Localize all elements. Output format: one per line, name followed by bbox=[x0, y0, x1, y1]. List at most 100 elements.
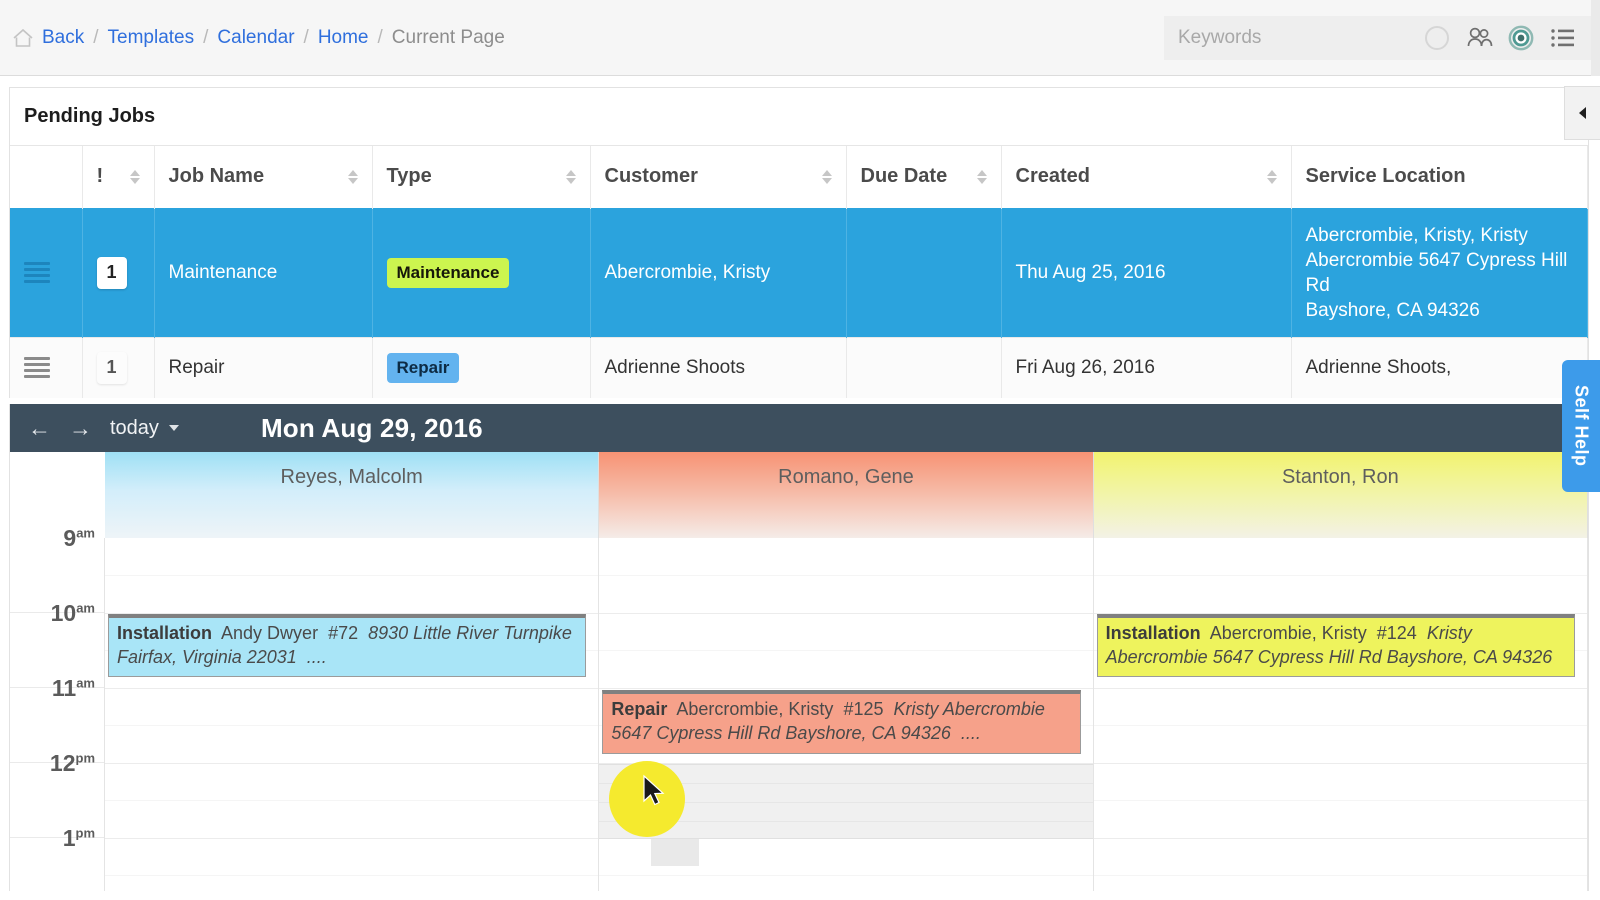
drag-handle-icon[interactable] bbox=[24, 357, 50, 379]
row-service-location: Adrienne Shoots, bbox=[1291, 336, 1588, 398]
self-help-tab[interactable]: Self Help bbox=[1562, 360, 1600, 492]
pending-jobs-table: ! Job Name Type Customer Due Date Create… bbox=[10, 146, 1588, 398]
table-row[interactable]: 1 Maintenance Maintenance Abercrombie, K… bbox=[10, 207, 1588, 338]
breadcrumb-item-current-page: Current Page bbox=[391, 26, 505, 48]
time-axis: 9am 10am 11am 12pm 1pm bbox=[10, 525, 105, 891]
sort-arrows-icon[interactable] bbox=[565, 169, 576, 184]
top-bar: Back / Templates / Calendar / Home / Cur… bbox=[0, 0, 1600, 76]
row-created: Thu Aug 25, 2016 bbox=[1001, 207, 1292, 338]
column-header-job-name[interactable]: Job Name bbox=[154, 146, 373, 208]
event-ellipsis: .... bbox=[1106, 671, 1126, 676]
next-arrow-icon[interactable]: → bbox=[69, 415, 92, 442]
column-label-type: Type bbox=[386, 165, 432, 188]
row-created: Fri Aug 26, 2016 bbox=[1001, 336, 1292, 398]
home-icon bbox=[12, 27, 34, 49]
calendar-event[interactable]: Installation Abercrombie, Kristy #124 Kr… bbox=[1096, 614, 1575, 677]
sort-arrows-icon[interactable] bbox=[129, 169, 140, 184]
calendar-column-stanton[interactable]: Installation Abercrombie, Kristy #124 Kr… bbox=[1093, 538, 1588, 891]
calendar-grid: 9am 10am 11am 12pm 1pm Installation Andy… bbox=[10, 525, 1588, 891]
column-header-type[interactable]: Type bbox=[372, 146, 591, 208]
calendar-date-title: Mon Aug 29, 2016 bbox=[260, 412, 483, 443]
row-job-name[interactable]: Repair bbox=[154, 336, 373, 398]
page-title: Pending Jobs bbox=[10, 88, 1588, 146]
column-label-due-date: Due Date bbox=[860, 165, 948, 188]
resource-column-romano[interactable]: Romano, Gene bbox=[599, 452, 1094, 538]
sort-arrows-icon[interactable] bbox=[976, 169, 987, 184]
table-header-row: ! Job Name Type Customer Due Date Create… bbox=[10, 146, 1588, 208]
column-label-job-name: Job Name bbox=[168, 165, 265, 188]
event-type: Installation bbox=[1105, 623, 1201, 643]
calendar-column-reyes[interactable]: Installation Andy Dwyer #72 8930 Little … bbox=[105, 538, 600, 891]
row-drag-handle-cell[interactable] bbox=[10, 207, 83, 338]
event-type: Repair bbox=[611, 699, 668, 719]
calendar: ← → today Mon Aug 29, 2016 Reyes, Malcol… bbox=[9, 404, 1589, 891]
circle-icon[interactable] bbox=[1423, 24, 1451, 52]
sort-arrows-icon[interactable] bbox=[821, 169, 832, 184]
search-input[interactable] bbox=[1164, 16, 1423, 60]
column-label-customer: Customer bbox=[604, 165, 698, 188]
event-number: #72 bbox=[328, 623, 359, 643]
resource-header-row: Reyes, Malcolm Romano, Gene Stanton, Ron bbox=[105, 452, 1588, 538]
time-label-12pm: 12pm bbox=[49, 750, 95, 776]
column-header-due-date[interactable]: Due Date bbox=[846, 146, 1002, 208]
resource-label: Romano, Gene bbox=[778, 466, 914, 488]
row-due-date bbox=[846, 207, 1002, 338]
collapse-panel-button[interactable] bbox=[1564, 86, 1600, 140]
app-root: Back / Templates / Calendar / Home / Cur… bbox=[0, 0, 1600, 900]
row-priority-cell: 1 bbox=[82, 336, 155, 398]
breadcrumb-separator: / bbox=[377, 26, 383, 48]
column-header-priority[interactable]: ! bbox=[82, 146, 155, 208]
list-icon[interactable] bbox=[1549, 24, 1577, 52]
calendar-columns: Installation Andy Dwyer #72 8930 Little … bbox=[105, 538, 1588, 891]
column-label-service-location: Service Location bbox=[1305, 165, 1466, 188]
event-customer: Abercrombie, Kristy bbox=[676, 699, 834, 719]
breadcrumb: Back / Templates / Calendar / Home / Cur… bbox=[0, 27, 505, 49]
today-button[interactable]: today bbox=[110, 417, 159, 440]
resource-label: Stanton, Ron bbox=[1281, 466, 1399, 488]
resource-column-reyes[interactable]: Reyes, Malcolm bbox=[105, 452, 600, 538]
event-ellipsis: .... bbox=[960, 722, 981, 743]
priority-badge: 1 bbox=[96, 256, 127, 289]
drag-handle-icon[interactable] bbox=[24, 262, 50, 284]
target-icon[interactable] bbox=[1507, 24, 1535, 52]
sort-arrows-icon[interactable] bbox=[1266, 169, 1277, 184]
row-type-cell: Maintenance bbox=[372, 207, 591, 338]
event-address-line2: Bayshore, CA 94326 bbox=[1386, 646, 1553, 667]
column-header-created[interactable]: Created bbox=[1001, 146, 1292, 208]
row-due-date bbox=[846, 336, 1002, 398]
breadcrumb-item-back[interactable]: Back bbox=[42, 27, 84, 49]
column-header-customer[interactable]: Customer bbox=[590, 146, 847, 208]
row-job-name[interactable]: Maintenance bbox=[154, 207, 373, 338]
row-drag-handle-cell[interactable] bbox=[10, 336, 83, 398]
event-address-line1: 8930 Little River Turnpike bbox=[368, 623, 572, 643]
sort-arrows-icon[interactable] bbox=[347, 169, 358, 184]
chevron-down-icon[interactable] bbox=[168, 425, 179, 431]
calendar-column-romano[interactable]: Repair Abercrombie, Kristy #125 Kristy A… bbox=[599, 538, 1094, 891]
calendar-event[interactable]: Installation Andy Dwyer #72 8930 Little … bbox=[108, 614, 587, 677]
breadcrumb-item-calendar[interactable]: Calendar bbox=[217, 27, 294, 49]
search-bar bbox=[1164, 16, 1600, 60]
row-priority-cell: 1 bbox=[82, 207, 155, 338]
column-label-created: Created bbox=[1015, 165, 1090, 188]
row-customer[interactable]: Abercrombie, Kristy bbox=[590, 207, 847, 338]
time-label-10am: 10am bbox=[50, 600, 95, 626]
event-address-line2: Bayshore, CA 94326 bbox=[785, 722, 951, 743]
drag-selection-tail bbox=[651, 839, 700, 866]
prev-arrow-icon[interactable]: ← bbox=[28, 415, 51, 442]
scrollbar-edge[interactable] bbox=[1591, 0, 1600, 76]
people-icon[interactable] bbox=[1465, 24, 1493, 52]
breadcrumb-item-home[interactable]: Home bbox=[318, 27, 369, 49]
breadcrumb-item-templates[interactable]: Templates bbox=[108, 27, 195, 49]
calendar-event[interactable]: Repair Abercrombie, Kristy #125 Kristy A… bbox=[602, 690, 1081, 754]
row-service-location: Abercrombie, Kristy, Kristy Abercrombie … bbox=[1291, 207, 1588, 338]
row-customer[interactable]: Adrienne Shoots bbox=[590, 336, 847, 398]
status-badge: Maintenance bbox=[386, 257, 510, 288]
table-row[interactable]: 1 Repair Repair Adrienne Shoots Fri Aug … bbox=[10, 336, 1588, 398]
resource-label: Reyes, Malcolm bbox=[280, 466, 423, 488]
resource-column-stanton[interactable]: Stanton, Ron bbox=[1093, 452, 1588, 538]
column-header-service-location: Service Location bbox=[1291, 146, 1588, 208]
column-header-handle bbox=[10, 146, 83, 208]
toolbar-icons bbox=[1423, 24, 1600, 52]
breadcrumb-separator: / bbox=[303, 26, 309, 48]
event-number: #125 bbox=[843, 699, 884, 719]
